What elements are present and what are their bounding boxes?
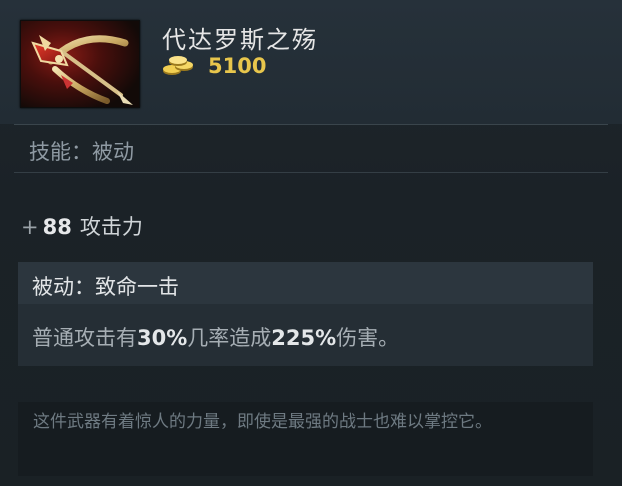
passive-header: 被动：致命一击 <box>18 262 593 304</box>
lore-box: 这件武器有着惊人的力量，即使是最强的战士也难以掌控它。 <box>18 402 593 476</box>
stat-attack-damage: +88 攻击力 <box>21 211 143 241</box>
passive-title: 被动：致命一击 <box>32 275 179 299</box>
stat-value: 88 <box>42 215 72 239</box>
tooltip-header: 代达罗斯之殇 5100 <box>0 0 622 124</box>
header-divider <box>14 124 608 125</box>
crit-chance-value: 30% <box>137 326 188 350</box>
ability-type-label: 技能：被动 <box>29 140 134 164</box>
gold-coins-icon <box>162 56 196 78</box>
passive-description: 普通攻击有30%几率造成225%伤害。 <box>32 322 399 352</box>
lore-text: 这件武器有着惊人的力量，即使是最强的战士也难以掌控它。 <box>33 412 492 432</box>
item-name: 代达罗斯之殇 <box>162 26 318 54</box>
daedalus-crossbow-icon <box>20 20 140 108</box>
item-tooltip: 代达罗斯之殇 5100 技能：被动 +88 攻击力 被动：致命一击 普通攻击有30… <box>0 0 622 486</box>
passive-desc-mid: 几率造成 <box>187 326 272 350</box>
stat-name: 攻击力 <box>79 215 143 239</box>
crit-damage-value: 225% <box>271 326 337 350</box>
item-price: 5100 <box>208 54 267 78</box>
passive-desc-pre: 普通攻击有 <box>32 326 137 350</box>
passive-ability-box: 被动：致命一击 普通攻击有30%几率造成225%伤害。 <box>18 262 593 366</box>
passive-desc-post: 伤害。 <box>336 326 400 350</box>
stat-sign: + <box>21 215 39 239</box>
section-divider <box>14 172 608 173</box>
